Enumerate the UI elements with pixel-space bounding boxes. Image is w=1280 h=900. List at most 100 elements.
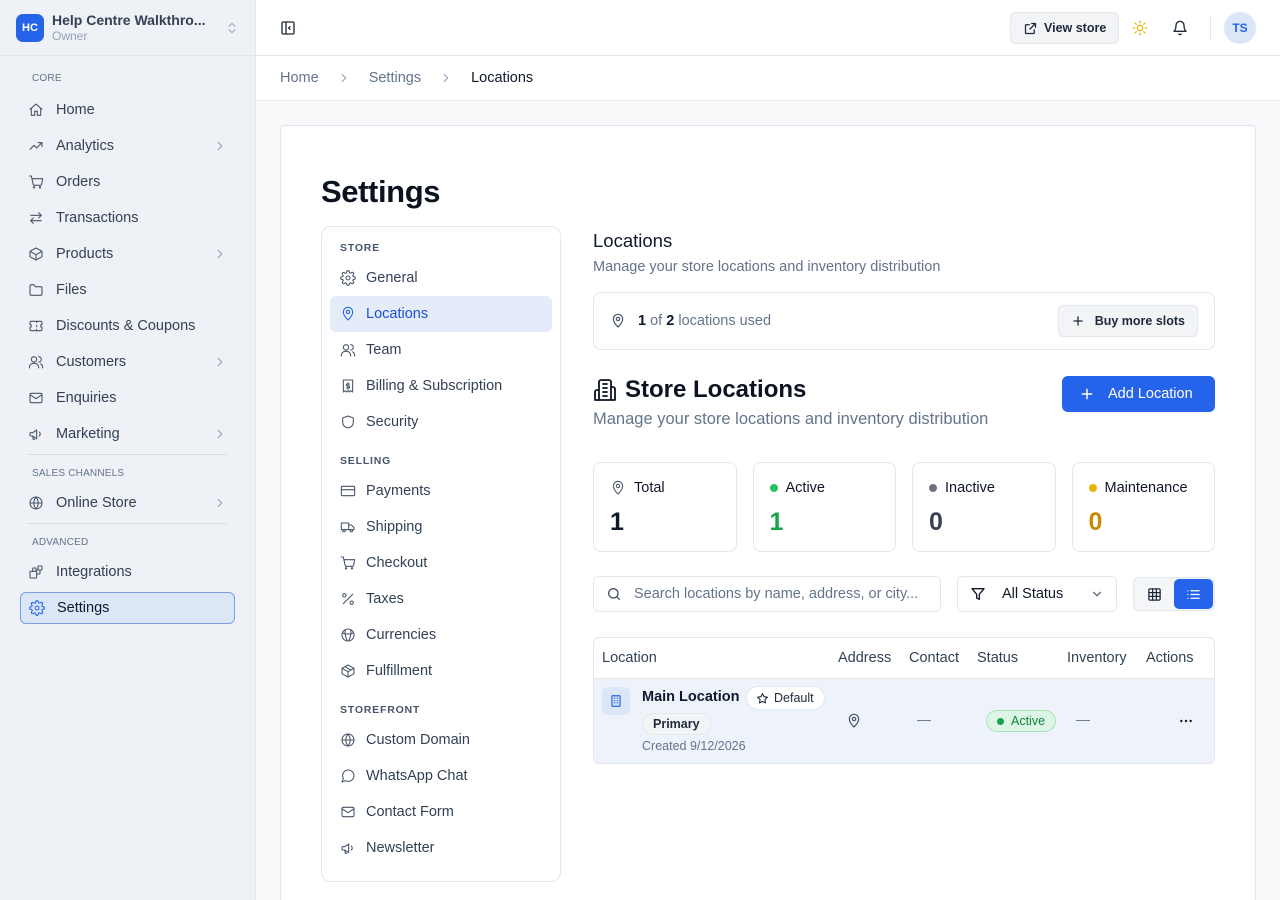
topbar-divider [1210,16,1211,40]
breadcrumb-home[interactable]: Home [280,70,319,86]
gear-icon [340,270,356,286]
settings-nav-currencies[interactable]: Currencies [330,617,552,653]
grid-view-button[interactable] [1135,579,1174,609]
column-header: Status [977,650,1019,666]
sidebar-item-marketing[interactable]: Marketing [20,418,235,450]
page-title: Settings [321,174,441,209]
workspace-name: Help Centre Walkthro... [52,12,206,28]
sun-icon[interactable] [1132,20,1148,36]
settings-nav-taxes[interactable]: Taxes [330,581,552,617]
add-location-button[interactable]: Add Location [1062,376,1215,412]
sidebar-item-label: Orders [56,174,101,190]
settings-nav-payments[interactable]: Payments [330,473,552,509]
mail-icon [28,390,44,406]
nav-section-heading: CORE [32,73,62,84]
settings-nav-label: Taxes [366,591,404,607]
sidebar-item-integrations[interactable]: Integrations [20,556,235,588]
settings-nav-locations[interactable]: Locations [330,296,552,332]
settings-nav-fulfillment[interactable]: Fulfillment [330,653,552,689]
status-dot [1088,484,1097,492]
filter-icon [970,586,986,602]
building-icon [593,378,617,402]
sidebar-item-customers[interactable]: Customers [20,346,235,378]
search-icon [606,586,622,602]
locations-toolbar: All Status [593,576,1215,612]
search-input[interactable] [634,586,928,602]
sidebar-item-label: Settings [57,600,110,616]
default-badge-label: Default [774,691,814,705]
settings-nav-general[interactable]: General [330,260,552,296]
sidebar-item-home[interactable]: Home [20,94,235,126]
settings-nav-label: Currencies [366,627,437,643]
list-view-button[interactable] [1174,579,1213,609]
plus-icon [1072,316,1083,326]
users-icon [28,354,44,370]
add-location-label: Add Location [1108,386,1193,402]
globe-icon [340,732,356,748]
buy-more-slots-button[interactable]: Buy more slots [1057,305,1198,337]
users-icon [340,342,356,358]
settings-nav-checkout[interactable]: Checkout [330,545,552,581]
sidebar-item-files[interactable]: Files [20,274,235,306]
workspace-switcher[interactable]: HC Help Centre Walkthro... Owner [0,0,255,56]
status-filter-select[interactable]: All Status [957,576,1117,612]
chevron-down-icon [1090,587,1104,601]
settings-nav-billing-subscription[interactable]: Billing & Subscription [330,368,552,404]
chevron-right-icon [439,71,453,85]
sidebar-item-transactions[interactable]: Transactions [20,202,235,234]
section-subtitle: Manage your store locations and inventor… [593,259,941,275]
bell-icon[interactable] [1172,20,1188,36]
sidebar-item-discounts-coupons[interactable]: Discounts & Coupons [20,310,235,342]
sidebar-item-label: Files [56,282,87,298]
settings-nav-whatsapp-chat[interactable]: WhatsApp Chat [330,758,552,794]
settings-nav-label: Team [366,342,402,358]
breadcrumb: Home Settings Locations [256,56,1280,101]
section-title: Locations [593,230,673,251]
stat-label: Maintenance [1104,480,1188,496]
settings-nav-custom-domain[interactable]: Custom Domain [330,722,552,758]
view-store-button[interactable]: View store [1010,12,1119,44]
nav-divider [28,523,227,524]
sidebar-item-enquiries[interactable]: Enquiries [20,382,235,414]
user-avatar[interactable]: TS [1224,12,1256,44]
location-stats: Total 1 Active 1 Inactive 0 Maintenance 0 [593,462,1215,552]
sidebar-item-label: Enquiries [56,390,117,406]
sidebar-item-orders[interactable]: Orders [20,166,235,198]
more-actions-icon[interactable] [1178,713,1194,729]
sidebar-item-settings[interactable]: Settings [20,592,235,624]
status-dot [929,484,937,492]
stat-value: 0 [929,508,943,536]
nav-divider [28,454,227,455]
package-icon [340,663,356,679]
nav-section-heading: ADVANCED [32,537,89,548]
settings-nav-team[interactable]: Team [330,332,552,368]
sidebar-item-products[interactable]: Products [20,238,235,270]
sidebar-item-label: Analytics [56,138,115,154]
column-header: Inventory [1067,650,1127,666]
settings-nav-newsletter[interactable]: Newsletter [330,830,552,866]
settings-nav-label: Billing & Subscription [366,378,503,394]
grid-icon [1148,587,1161,601]
megaphone-icon [340,840,356,856]
sidebar-item-analytics[interactable]: Analytics [20,130,235,162]
star-icon [757,692,768,703]
sidebar-item-online-store[interactable]: Online Store [20,487,235,519]
settings-nav-security[interactable]: Security [330,404,552,440]
arrows-exchange-icon [28,210,44,226]
breadcrumb-settings[interactable]: Settings [369,70,421,86]
stat-value: 1 [610,508,624,536]
sidebar-toggle-icon[interactable] [280,20,296,36]
chevron-right-icon [213,247,227,261]
status-label: Active [1011,714,1046,728]
table-row[interactable]: Main Location Default Primary Created 9/… [594,679,1214,763]
trending-up-icon [28,138,44,154]
credit-card-icon [340,483,356,499]
chevron-right-icon [213,355,227,369]
settings-nav-label: WhatsApp Chat [366,768,468,784]
workspace-logo: HC [16,13,44,42]
settings-nav-shipping[interactable]: Shipping [330,509,552,545]
settings-nav-contact-form[interactable]: Contact Form [330,794,552,830]
settings-nav: STORE General Locations Team Billing & Subsc… [321,226,561,882]
status-dot [997,717,1004,725]
stat-value: 0 [1088,508,1103,536]
